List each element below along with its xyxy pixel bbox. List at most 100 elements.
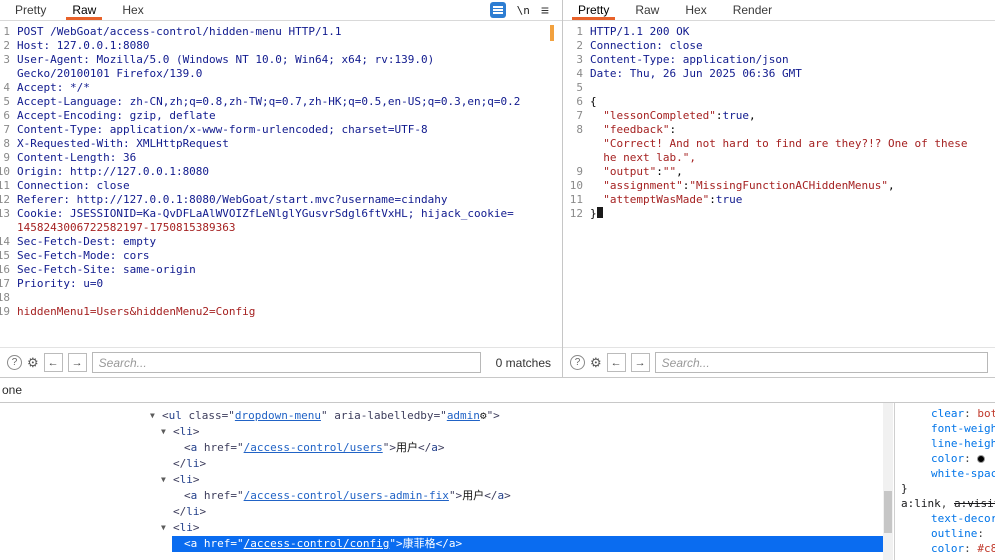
help-icon[interactable]: ?: [570, 355, 585, 370]
markup-node[interactable]: </li>: [0, 504, 883, 520]
markup-node[interactable]: ▼<li>: [0, 520, 883, 536]
markup-token: /access-control/users-admin-fix: [244, 488, 449, 504]
css-rule-line[interactable]: white-space:: [895, 466, 995, 481]
line-number: 2: [567, 39, 583, 53]
expand-arrow-icon[interactable]: ▼: [150, 408, 162, 424]
markup-node[interactable]: ▼<li>: [0, 424, 883, 440]
menu-icon[interactable]: ≡: [541, 2, 549, 18]
tab-render[interactable]: Render: [720, 0, 785, 20]
request-editor[interactable]: 1POST /WebGoat/access-control/hidden-men…: [0, 21, 562, 347]
expand-arrow-icon[interactable]: ▼: [161, 472, 173, 488]
tab-raw[interactable]: Raw: [59, 0, 109, 20]
css-rule-line[interactable]: color: #c84: [895, 541, 995, 556]
markup-node[interactable]: <a href="/access-control/users-admin-fix…: [0, 488, 883, 504]
code-line: 6Accept-Encoding: gzip, deflate: [0, 109, 562, 123]
code-line: 7Content-Type: application/x-www-form-ur…: [0, 123, 562, 137]
line-number: 11: [567, 193, 583, 207]
css-rule-line[interactable]: line-height:: [895, 436, 995, 451]
request-toolbar: \n ≡: [490, 0, 562, 20]
markup-node[interactable]: ▼<li>: [0, 472, 883, 488]
markup-node[interactable]: <a href="/access-control/config">康菲格</a>: [0, 536, 883, 552]
markup-token: =": [434, 408, 447, 424]
expand-arrow-icon[interactable]: ▼: [161, 424, 173, 440]
line-number: 10: [0, 165, 10, 179]
pretty-print-icon[interactable]: [490, 2, 506, 18]
css-rule-line[interactable]: clear: both: [895, 406, 995, 421]
request-search-input[interactable]: [92, 352, 481, 373]
css-rules-panel[interactable]: clear: bothfont-weight:line-height:color…: [894, 403, 995, 560]
markup-view[interactable]: ▼<ul class="dropdown-menu" aria-labelled…: [0, 403, 883, 560]
tab-pretty[interactable]: Pretty: [2, 0, 59, 20]
code-line: 6{: [563, 95, 995, 109]
tab-pretty[interactable]: Pretty: [565, 0, 622, 20]
response-search-input[interactable]: [655, 352, 988, 373]
tab-raw[interactable]: Raw: [622, 0, 672, 20]
code-line: 11Connection: close: [0, 179, 562, 193]
code-line: 5: [563, 81, 995, 95]
css-rule-line[interactable]: font-weight:: [895, 421, 995, 436]
markup-node[interactable]: <a href="/access-control/users">用户</a>: [0, 440, 883, 456]
code-text: POST /WebGoat/access-control/hidden-menu…: [17, 25, 342, 39]
prev-match-button[interactable]: ←: [607, 353, 626, 372]
newline-toggle-icon[interactable]: \n: [517, 4, 530, 17]
css-token: :: [964, 542, 977, 555]
gear-icon[interactable]: ⚙: [27, 355, 39, 371]
markup-token: >: [200, 504, 207, 520]
code-line: 11 "attemptWasMade":true: [563, 193, 995, 207]
tab-hex[interactable]: Hex: [109, 0, 156, 20]
color-swatch[interactable]: [977, 455, 985, 463]
code-text: Sec-Fetch-Mode: cors: [17, 249, 149, 263]
line-number: 16: [0, 263, 10, 277]
markup-token: dropdown-menu: [235, 408, 321, 424]
markup-token: href: [204, 488, 231, 504]
markup-token: =": [230, 440, 243, 456]
line-number: 10: [567, 179, 583, 193]
request-tabs: PrettyRawHex \n ≡: [0, 0, 562, 21]
code-text: Sec-Fetch-Site: same-origin: [17, 263, 196, 277]
markup-token: >: [200, 456, 207, 472]
code-text: he next lab.",: [590, 151, 696, 165]
code-line: 7 "lessonCompleted":true,: [563, 109, 995, 123]
css-token: a:visit: [954, 497, 995, 510]
gear-icon[interactable]: ⚙: [590, 355, 602, 371]
code-line: 19hiddenMenu1=Users&hiddenMenu2=Config: [0, 305, 562, 319]
css-rule-line[interactable]: a:link, a:visit: [895, 496, 995, 511]
markup-node[interactable]: </li>: [0, 456, 883, 472]
markup-token: href: [204, 536, 231, 552]
status-bar: one: [0, 377, 995, 403]
code-text: Host: 127.0.0.1:8080: [17, 39, 149, 53]
response-viewer[interactable]: 1HTTP/1.1 200 OK2Connection: close3Conte…: [563, 21, 995, 347]
scrollbar-thumb[interactable]: [884, 491, 892, 533]
prev-match-button[interactable]: ←: [44, 353, 63, 372]
code-line: 1POST /WebGoat/access-control/hidden-men…: [0, 25, 562, 39]
help-icon[interactable]: ?: [7, 355, 22, 370]
line-number: 9: [567, 165, 583, 179]
markup-token: ">: [449, 488, 462, 504]
code-line: 12}: [563, 207, 995, 221]
tab-hex[interactable]: Hex: [672, 0, 719, 20]
code-text: Date: Thu, 26 Jun 2025 06:36 GMT: [590, 67, 802, 81]
code-text: "attemptWasMade":true: [590, 193, 742, 207]
code-line: 18: [0, 291, 562, 305]
code-line: 10 "assignment":"MissingFunctionACHidden…: [563, 179, 995, 193]
code-line: 4Date: Thu, 26 Jun 2025 06:36 GMT: [563, 67, 995, 81]
markup-scrollbar[interactable]: [883, 403, 893, 560]
css-rule-line[interactable]: outline:: [895, 526, 995, 541]
expand-arrow-icon[interactable]: ▼: [161, 520, 173, 536]
line-number: 2: [0, 39, 10, 53]
css-rule-line[interactable]: text-decora: [895, 511, 995, 526]
markup-token: <: [184, 536, 191, 552]
markup-token: <: [173, 424, 180, 440]
code-text: "Correct! And not hard to find are they?…: [590, 137, 968, 151]
markup-token: </: [436, 536, 449, 552]
next-match-button[interactable]: →: [68, 353, 87, 372]
markup-node[interactable]: ▼<ul class="dropdown-menu" aria-labelled…: [0, 408, 883, 424]
markup-token: 用户: [462, 488, 484, 504]
code-line: 12Referer: http://127.0.0.1:8080/WebGoat…: [0, 193, 562, 207]
css-rule-line[interactable]: color:: [895, 451, 995, 466]
next-match-button[interactable]: →: [631, 353, 650, 372]
line-number: [0, 67, 10, 81]
line-number: 4: [0, 81, 10, 95]
css-rule-line[interactable]: }: [895, 481, 995, 496]
line-number: 13: [0, 207, 10, 221]
